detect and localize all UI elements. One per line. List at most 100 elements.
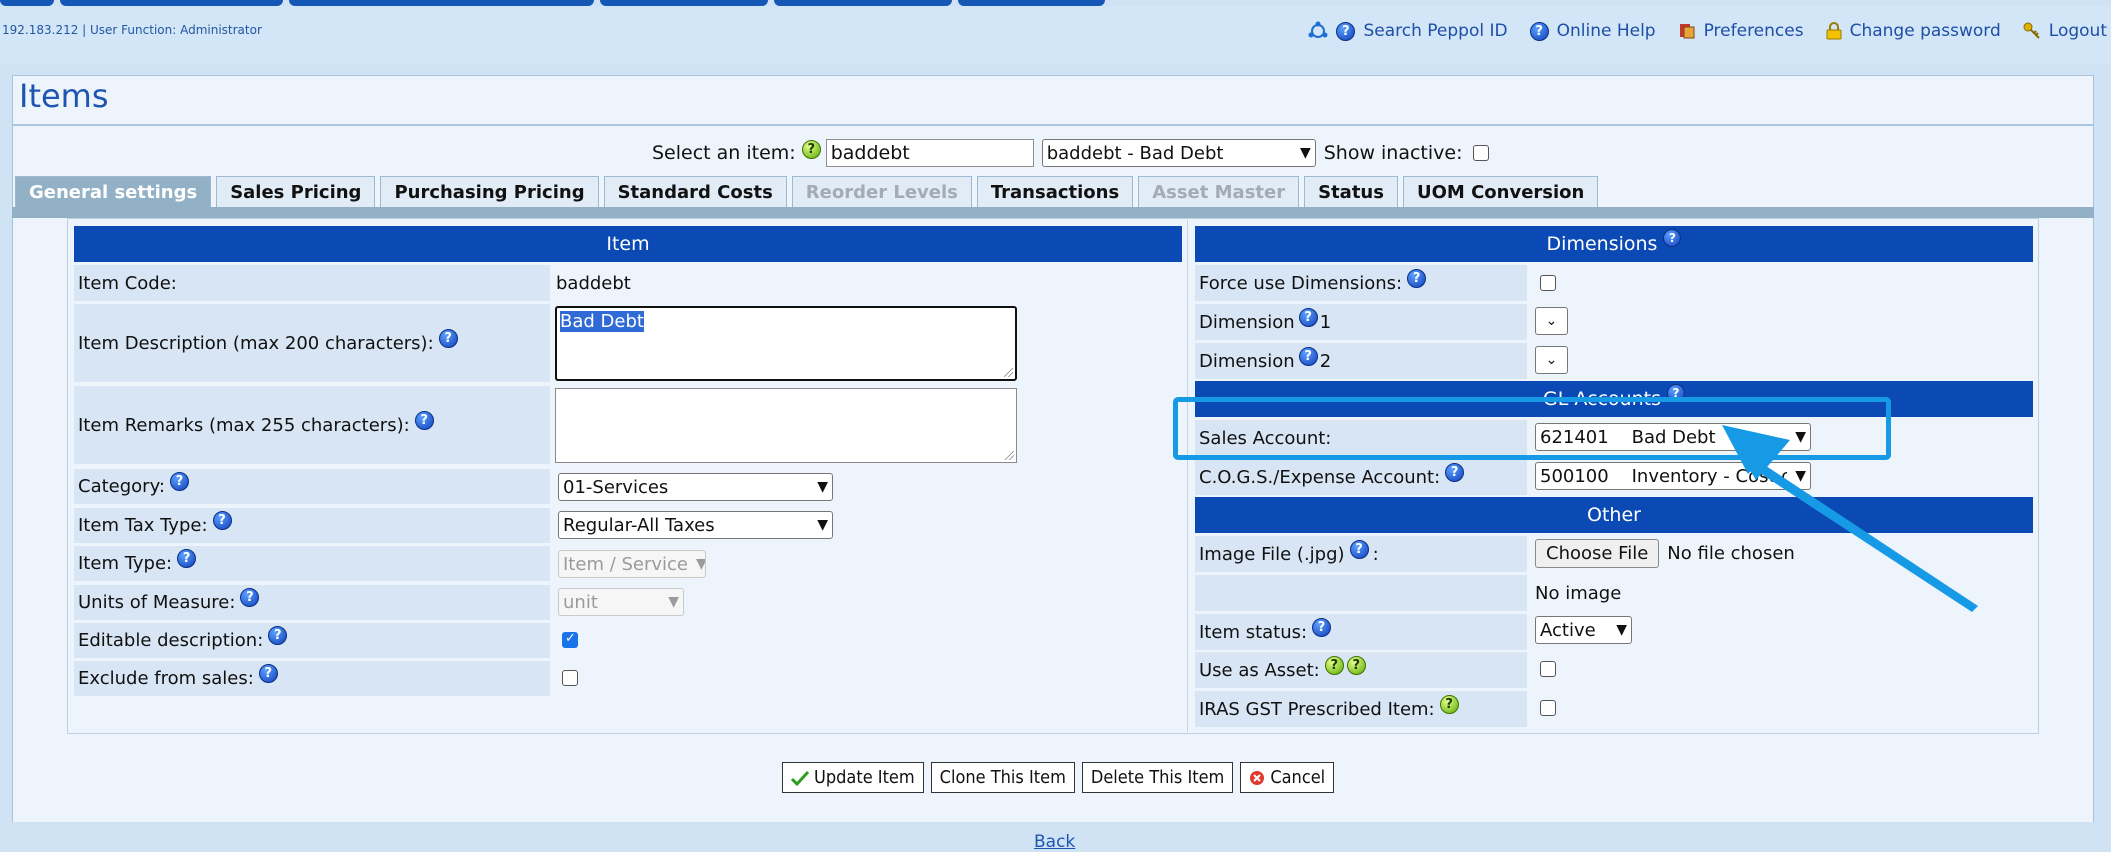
item-remarks-label: Item Remarks (max 255 characters): ? [74,386,550,464]
image-file-label-colon: : [1372,543,1379,565]
help-icon[interactable]: ? [240,588,260,607]
cancel-button[interactable]: Cancel [1240,762,1335,793]
help-icon[interactable]: ? [1663,229,1682,247]
preferences-icon [1678,22,1696,40]
delete-item-button[interactable]: Delete This Item [1081,762,1234,793]
help-icon[interactable]: ? [438,328,458,348]
dimension-1-select[interactable]: ⌄ [1535,307,1568,335]
item-code-label-text: Item Code: [78,272,177,294]
logout-link[interactable]: Logout [2023,21,2107,41]
chevron-down-icon: ▼ [1299,145,1311,161]
form-action-buttons: Update Item Clone This Item Delete This … [782,762,1341,793]
uom-select: unit ▼ [558,588,684,616]
help-icon[interactable]: ? [1349,539,1369,559]
no-file-chosen-text: No file chosen [1667,542,1795,564]
clone-item-button[interactable]: Clone This Item [930,762,1075,793]
help-icon[interactable]: ? [1439,694,1459,714]
editable-description-label: Editable description: ? [74,623,550,658]
iras-gst-label-text: IRAS GST Prescribed Item: [1199,698,1435,720]
annotation-highlight-box [1173,397,1891,460]
chevron-down-icon: ▼ [817,479,828,495]
help-icon[interactable]: ? [1445,462,1465,482]
item-status-value: Active [1540,619,1596,641]
item-status-select[interactable]: Active ▼ [1535,616,1632,644]
tax-type-label: Item Tax Type: ? [74,508,550,543]
show-inactive-label: Show inactive: [1323,142,1463,164]
iras-gst-checkbox[interactable] [1540,700,1556,716]
cogs-account-label: C.O.G.S./Expense Account: ? [1195,459,1527,495]
editable-description-label-text: Editable description: [78,630,264,651]
help-icon[interactable]: ? [1298,346,1318,366]
preferences-link[interactable]: Preferences [1678,21,1804,41]
tab-general-settings[interactable]: General settings [15,176,212,208]
item-description-textarea[interactable]: Bad Debt [555,306,1017,381]
resize-grip-icon[interactable] [1004,368,1013,377]
tab-sales-pricing[interactable]: Sales Pricing [216,176,376,208]
help-icon[interactable]: ? [1324,655,1344,675]
help-icon[interactable]: ? [169,472,189,491]
dimension-2-select[interactable]: ⌄ [1535,346,1568,374]
other-section-title: Other [1587,504,1641,526]
help-icon[interactable]: ? [1407,268,1427,288]
chevron-down-icon: ▼ [1616,622,1627,638]
image-file-label: Image File (.jpg) ? : [1195,536,1527,572]
search-peppol-link[interactable]: ? Search Peppol ID [1336,21,1508,41]
resize-grip-icon[interactable] [1005,451,1014,460]
item-type-select: Item / Service ▼ [558,550,706,578]
update-item-button[interactable]: Update Item [782,762,924,793]
item-type-label-text: Item Type: [78,553,173,574]
change-password-link[interactable]: Change password [1826,21,2001,41]
preferences-label: Preferences [1703,21,1804,41]
tab-status[interactable]: Status [1304,176,1398,208]
item-section-header: Item [74,226,1182,262]
item-selector-row: Select an item: ? baddebt baddebt - Bad … [652,137,1489,169]
cogs-account-select[interactable]: 500100 Inventory - Cost of ▼ [1535,462,1811,490]
tab-reorder-levels: Reorder Levels [791,176,972,208]
force-dimensions-checkbox[interactable] [1540,275,1556,291]
column-divider [1187,220,1188,732]
category-value: 01-Services [563,476,669,498]
tab-uom-conversion[interactable]: UOM Conversion [1402,176,1599,208]
peppol-network-icon[interactable] [1308,21,1328,41]
back-link[interactable]: Back [1034,832,1075,852]
item-code-value: baddebt [556,272,631,294]
tab-standard-costs[interactable]: Standard Costs [603,176,787,208]
user-info: 192.183.212 | User Function: Administrat… [2,23,262,37]
tab-transactions[interactable]: Transactions [976,176,1134,208]
help-icon[interactable]: ? [1298,307,1318,327]
dimensions-section-header: Dimensions ? [1195,226,2033,262]
help-icon[interactable]: ? [177,549,197,568]
image-file-input: Choose File No file chosen [1535,538,1795,568]
help-icon[interactable]: ? [1346,655,1366,675]
use-as-asset-label-text: Use as Asset: [1199,659,1320,681]
item-remarks-textarea[interactable] [555,388,1017,463]
help-icon[interactable]: ? [801,139,821,159]
cogs-account-label-text: C.O.G.S./Expense Account: [1199,466,1441,488]
cogs-account-value: 500100 Inventory - Cost of [1540,465,1788,487]
uom-label-text: Units of Measure: [78,592,236,613]
help-icon[interactable]: ? [268,626,288,645]
help-icon[interactable]: ? [212,511,232,530]
dimension-2-number: 2 [1319,350,1332,372]
exclude-from-sales-label: Exclude from sales: ? [74,661,550,696]
title-divider [12,124,2094,126]
tax-type-select[interactable]: Regular-All Taxes ▼ [558,511,833,539]
use-as-asset-checkbox[interactable] [1540,661,1556,677]
help-icon[interactable]: ? [414,410,434,430]
select-item-label: Select an item: [652,142,796,164]
item-status-label-text: Item status: [1199,621,1308,643]
help-icon[interactable]: ? [258,664,278,683]
item-search-input[interactable]: baddebt [825,139,1034,167]
help-icon: ? [1529,21,1549,41]
exclude-from-sales-checkbox[interactable] [562,670,578,686]
online-help-link[interactable]: ? Online Help [1529,21,1656,41]
choose-file-button[interactable]: Choose File [1535,538,1660,568]
category-select[interactable]: 01-Services ▼ [558,473,833,501]
editable-description-checkbox[interactable] [562,631,578,648]
show-inactive-checkbox[interactable] [1472,145,1489,161]
dimension-1-label-text: Dimension [1199,311,1295,333]
help-icon[interactable]: ? [1312,617,1332,637]
tab-purchasing-pricing[interactable]: Purchasing Pricing [380,176,599,208]
item-select-dropdown[interactable]: baddebt - Bad Debt ▼ [1041,139,1316,167]
item-type-label: Item Type: ? [74,546,550,581]
